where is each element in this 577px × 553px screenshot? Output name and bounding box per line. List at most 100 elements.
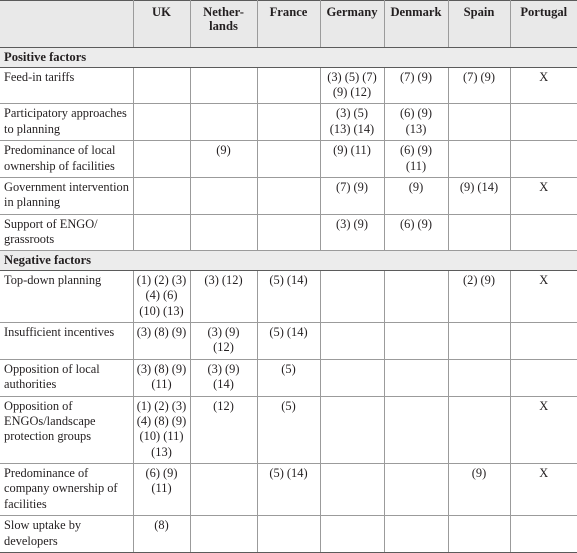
cell-portugal: X [510,396,577,464]
cell-germany [320,270,385,324]
column-header-denmark: Denmark [383,0,449,49]
table-header-row: UK Nether- lands France Germany Denmark Spain… [0,0,577,49]
factor-label: Opposition of ENGOs/landscape protection… [0,396,134,464]
cell-netherlands [190,103,258,142]
cell-denmark: (7) (9) [384,67,449,105]
cell-netherlands: (3) (9) (14) [190,359,258,397]
cell-denmark: (9) [384,177,449,215]
column-header-uk: UK [132,0,191,49]
cell-france: (5) (14) [257,322,321,360]
table-row: Predominance of local ownership of facil… [0,140,577,178]
cell-uk: (3) (8) (9) (11) [133,359,191,397]
cell-portugal [510,515,577,553]
cell-uk: (6) (9) (11) [133,463,191,517]
factor-label: Participatory approaches to planning [0,103,134,142]
section-title: Negative factors [0,250,577,271]
cell-spain [448,103,511,142]
cell-netherlands [190,515,258,553]
table-row: Opposition of local authorities (3) (8) (… [0,359,577,397]
column-header-france: France [256,0,321,49]
table-row: Opposition of ENGOs/landscape protection… [0,396,577,464]
cell-france [257,67,321,105]
cell-uk: (8) [133,515,191,553]
factors-table-container: UK Nether- lands France Germany Denmark Spain… [0,0,577,553]
cell-portugal [510,359,577,397]
table-row: Support of ENGO/ grassroots (3) (9) (6) (9… [0,214,577,252]
cell-denmark [384,463,449,517]
cell-uk: (1) (2) (3) (4) (8) (9) (10) (11) (13) [133,396,191,464]
cell-netherlands [190,67,258,105]
cell-uk [133,67,191,105]
cell-portugal [510,322,577,360]
cell-spain [448,515,511,553]
cell-netherlands [190,214,258,252]
cell-france [257,515,321,553]
factor-label: Opposition of local authorities [0,359,134,397]
cell-denmark: (6) (9) (11) [384,140,449,178]
factor-label: Insufficient incentives [0,322,134,360]
cell-germany: (7) (9) [320,177,385,215]
cell-spain [448,214,511,252]
cell-germany [320,463,385,517]
column-header-spain: Spain [447,0,511,49]
cell-france: (5) (14) [257,270,321,324]
table-body: Positive factors Feed-in tariffs (3) (5) (… [0,47,577,553]
cell-spain: (9) (14) [448,177,511,215]
cell-uk [133,103,191,142]
cell-denmark: (6) (9) (13) [384,103,449,142]
factor-label: Predominance of company ownership of fac… [0,463,134,517]
cell-denmark [384,396,449,464]
cell-germany [320,396,385,464]
cell-portugal: X [510,67,577,105]
cell-denmark [384,270,449,324]
cell-netherlands [190,177,258,215]
column-header-portugal: Portugal [509,0,577,49]
factor-label: Support of ENGO/ grassroots [0,214,134,252]
table-row: Predominance of company ownership of fac… [0,463,577,517]
cell-france: (5) [257,396,321,464]
cell-denmark: (6) (9) [384,214,449,252]
table-row: Top-down planning (1) (2) (3) (4) (6) (10… [0,270,577,324]
cell-netherlands: (9) [190,140,258,178]
column-header-factor [0,0,134,49]
cell-denmark [384,359,449,397]
country-factors-table: UK Nether- lands France Germany Denmark Spain… [0,0,577,553]
cell-spain: (2) (9) [448,270,511,324]
cell-spain [448,140,511,178]
factor-label: Feed-in tariffs [0,67,134,105]
factor-label: Slow uptake by developers [0,515,134,553]
cell-france: (5) (14) [257,463,321,517]
section-header-row: Negative factors [0,250,577,271]
cell-spain: (9) [448,463,511,517]
cell-germany: (9) (11) [320,140,385,178]
table-row: Insufficient incentives (3) (8) (9) (3) (9… [0,322,577,360]
cell-spain [448,322,511,360]
cell-denmark [384,322,449,360]
table-head: UK Nether- lands France Germany Denmark Spain… [0,0,577,49]
cell-spain [448,359,511,397]
cell-france [257,140,321,178]
cell-portugal: X [510,177,577,215]
cell-netherlands [190,463,258,517]
column-header-germany: Germany [319,0,385,49]
cell-denmark [384,515,449,553]
cell-portugal [510,140,577,178]
cell-france [257,103,321,142]
cell-uk: (3) (8) (9) [133,322,191,360]
factor-label: Top-down planning [0,270,134,324]
column-header-netherlands: Nether- lands [189,0,258,49]
cell-germany [320,515,385,553]
cell-france: (5) [257,359,321,397]
cell-france [257,177,321,215]
cell-germany: (3) (9) [320,214,385,252]
cell-france [257,214,321,252]
cell-germany: (3) (5) (7) (9) (12) [320,67,385,105]
cell-netherlands: (12) [190,396,258,464]
cell-uk: (1) (2) (3) (4) (6) (10) (13) [133,270,191,324]
table-row: Feed-in tariffs (3) (5) (7) (9) (12) (7) (… [0,67,577,105]
cell-uk [133,140,191,178]
factor-label: Government intervention in planning [0,177,134,215]
cell-portugal: X [510,270,577,324]
cell-portugal [510,103,577,142]
cell-spain [448,396,511,464]
